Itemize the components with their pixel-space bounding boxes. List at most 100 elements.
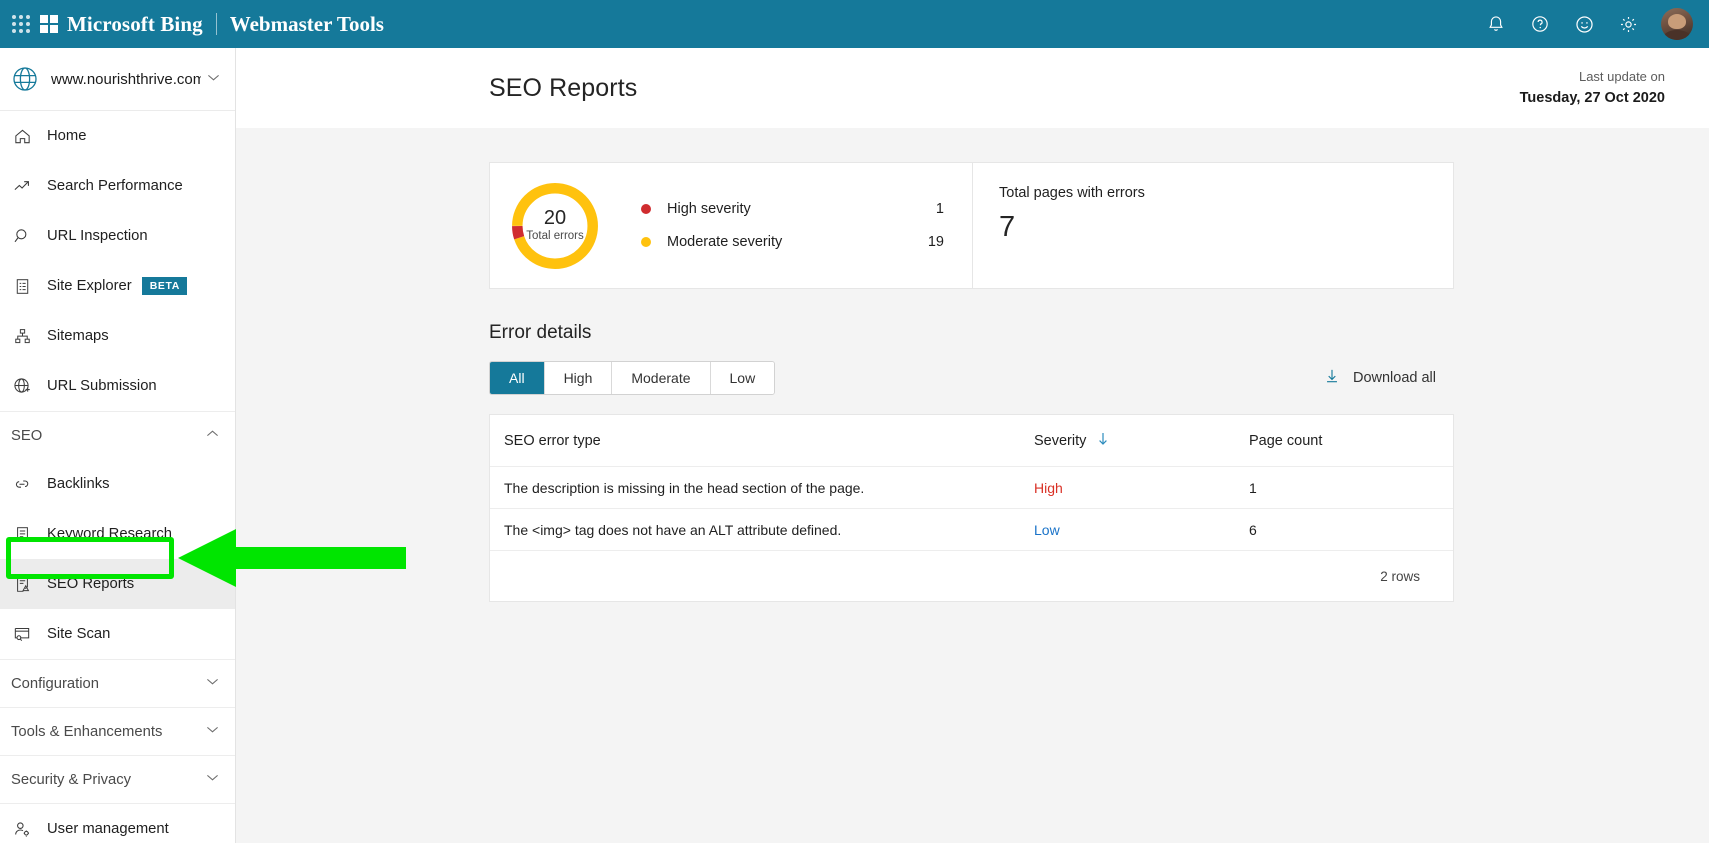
top-app-bar: Microsoft Bing Webmaster Tools [0, 0, 1709, 48]
sidebar-item-sitemaps[interactable]: Sitemaps [0, 311, 235, 361]
sidebar-group-configuration[interactable]: Configuration [0, 659, 235, 707]
sidebar-item-search-performance[interactable]: Search Performance [0, 161, 235, 211]
sidebar-label: Sitemaps [47, 328, 109, 344]
sidebar-label: Keyword Research [47, 526, 172, 542]
sidebar-label: Site Explorer [47, 278, 132, 294]
error-details-controls: All High Moderate Low Download all [489, 361, 1454, 395]
cell-error-type: The <img> tag does not have an ALT attri… [504, 522, 1034, 538]
donut-total-caption: Total errors [526, 230, 584, 243]
donut-center-label: 20 Total errors [507, 178, 603, 274]
last-update-date: Tuesday, 27 Oct 2020 [1520, 87, 1665, 109]
cell-severity: High [1034, 480, 1249, 496]
sidebar-label: Site Scan [47, 626, 110, 642]
help-icon[interactable] [1529, 13, 1551, 35]
sidebar-item-url-inspection[interactable]: URL Inspection [0, 211, 235, 261]
column-header-page-count[interactable]: Page count [1249, 433, 1431, 449]
filter-tab-all[interactable]: All [490, 362, 545, 394]
errors-donut-chart: 20 Total errors [507, 178, 603, 274]
sidebar-group-tools-enhancements[interactable]: Tools & Enhancements [0, 707, 235, 755]
filter-tab-high[interactable]: High [545, 362, 613, 394]
total-pages-label: Total pages with errors [999, 185, 1453, 201]
page-header: SEO Reports Last update on Tuesday, 27 O… [236, 48, 1709, 128]
last-update-label: Last update on [1520, 67, 1665, 87]
sidebar-item-home[interactable]: Home [0, 111, 235, 161]
document-lines-icon [11, 523, 33, 545]
download-all-label: Download all [1353, 370, 1436, 386]
content-body: 20 Total errors High severity 1 Moderate… [236, 128, 1709, 602]
download-arrow-icon [1323, 367, 1341, 389]
chevron-down-icon[interactable] [205, 69, 222, 90]
sidebar-item-seo-reports[interactable]: SEO Reports [0, 559, 235, 609]
column-header-seo-error-type[interactable]: SEO error type [504, 433, 1034, 449]
sidebar-item-keyword-research[interactable]: Keyword Research [0, 509, 235, 559]
sidebar-label: SEO Reports [47, 576, 134, 592]
brand-divider [216, 13, 217, 35]
legend-dot-moderate [641, 237, 651, 247]
links-icon [11, 473, 33, 495]
user-gear-icon [11, 818, 33, 840]
sidebar-group-seo[interactable]: SEO [0, 411, 235, 459]
cell-error-type: The description is missing in the head s… [504, 480, 1034, 496]
brand-title[interactable]: Microsoft Bing [67, 12, 203, 37]
report-warning-icon [11, 573, 33, 595]
sidebar-label: User management [47, 821, 169, 837]
sidebar-item-site-scan[interactable]: Site Scan [0, 609, 235, 659]
chevron-up-icon[interactable] [204, 425, 221, 446]
sidebar-label: Backlinks [47, 476, 110, 492]
cell-page-count: 6 [1249, 522, 1431, 538]
chevron-down-icon[interactable] [204, 721, 221, 742]
last-update-block: Last update on Tuesday, 27 Oct 2020 [1520, 67, 1665, 110]
notifications-icon[interactable] [1485, 13, 1507, 35]
trend-up-icon [11, 175, 33, 197]
sidebar-item-user-management[interactable]: User management [0, 803, 235, 843]
total-pages-card: Total pages with errors 7 [973, 163, 1453, 288]
legend-item-moderate: Moderate severity 19 [641, 226, 944, 259]
sidebar-group-label: Configuration [11, 676, 99, 692]
table-row[interactable]: The <img> tag does not have an ALT attri… [490, 509, 1453, 551]
sidebar-item-site-explorer[interactable]: Site Explorer BETA [0, 261, 235, 311]
globe-icon [11, 65, 39, 93]
donut-total-value: 20 [544, 207, 566, 230]
legend-label-high: High severity [667, 201, 751, 217]
main-content: SEO Reports Last update on Tuesday, 27 O… [236, 48, 1709, 843]
cell-severity: Low [1034, 522, 1249, 538]
chevron-down-icon[interactable] [204, 769, 221, 790]
legend-label-moderate: Moderate severity [667, 234, 782, 250]
sort-descending-arrow-icon[interactable] [1096, 431, 1110, 451]
list-document-icon [11, 275, 33, 297]
sidebar-item-url-submission[interactable]: URL Submission [0, 361, 235, 411]
error-details-title: Error details [489, 322, 1709, 344]
home-icon [11, 125, 33, 147]
account-avatar[interactable] [1661, 8, 1693, 40]
table-row[interactable]: The description is missing in the head s… [490, 467, 1453, 509]
topbar-actions [1485, 8, 1709, 40]
download-all-button[interactable]: Download all [1323, 367, 1454, 389]
magnifier-icon [11, 225, 33, 247]
sidebar-label: URL Submission [47, 378, 157, 394]
site-selector[interactable]: www.nourishthrive.com [0, 48, 235, 111]
feedback-smiley-icon[interactable] [1573, 13, 1595, 35]
error-details-table: SEO error type Severity Page count The d… [489, 414, 1454, 602]
filter-tab-moderate[interactable]: Moderate [612, 362, 710, 394]
sidebar-group-security-privacy[interactable]: Security & Privacy [0, 755, 235, 803]
brand-subtitle[interactable]: Webmaster Tools [230, 12, 384, 37]
beta-badge: BETA [142, 277, 187, 295]
sidebar-group-label: Security & Privacy [11, 772, 131, 788]
summary-cards: 20 Total errors High severity 1 Moderate… [489, 162, 1454, 289]
sidebar-item-backlinks[interactable]: Backlinks [0, 459, 235, 509]
sidebar-label: Search Performance [47, 178, 183, 194]
filter-tab-low[interactable]: Low [711, 362, 775, 394]
cell-page-count: 1 [1249, 480, 1431, 496]
app-launcher-icon[interactable] [12, 15, 30, 33]
microsoft-logo-icon [40, 15, 58, 33]
settings-gear-icon[interactable] [1617, 13, 1639, 35]
table-header-row: SEO error type Severity Page count [490, 415, 1453, 467]
legend-value-high: 1 [936, 201, 944, 217]
sidebar-label: URL Inspection [47, 228, 148, 244]
chevron-down-icon[interactable] [204, 673, 221, 694]
errors-summary-card: 20 Total errors High severity 1 Moderate… [490, 163, 973, 288]
severity-legend: High severity 1 Moderate severity 19 [641, 193, 972, 259]
column-header-severity-label: Severity [1034, 433, 1086, 449]
column-header-severity[interactable]: Severity [1034, 431, 1249, 451]
legend-dot-high [641, 204, 651, 214]
